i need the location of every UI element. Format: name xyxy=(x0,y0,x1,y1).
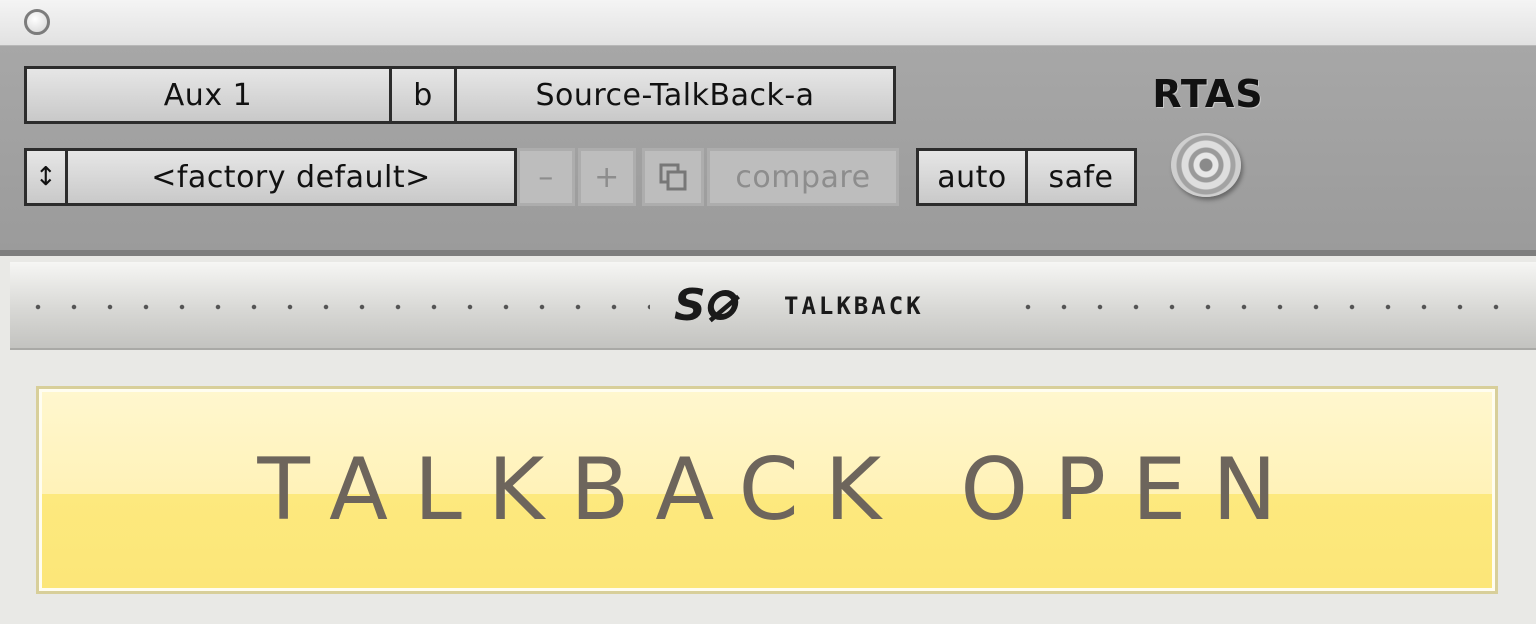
window-titlebar xyxy=(0,0,1536,46)
minus-icon: – xyxy=(538,159,554,195)
copy-settings-button[interactable] xyxy=(642,148,704,206)
auto-label: auto xyxy=(937,159,1007,195)
window-close-button[interactable] xyxy=(24,9,50,35)
auto-button[interactable]: auto xyxy=(916,148,1028,206)
plugin-window-header: Aux 1 b Source-TalkBack-a ↕ <factory def… xyxy=(0,46,1536,256)
insert-slot-label: b xyxy=(413,77,433,113)
brand-name: TALKBACK xyxy=(784,292,924,320)
plus-icon: + xyxy=(594,159,620,195)
compare-label: compare xyxy=(735,159,871,195)
plugin-selector-button[interactable]: Source-TalkBack-a xyxy=(454,66,896,124)
format-label: RTAS xyxy=(1152,72,1264,116)
preset-name-button[interactable]: <factory default> xyxy=(65,148,517,206)
copy-icon xyxy=(659,163,687,191)
preset-menu-arrows[interactable]: ↕ xyxy=(24,148,68,206)
next-preset-button[interactable]: + xyxy=(578,148,636,206)
decorative-dots-right xyxy=(1010,304,1526,310)
up-down-arrows-icon: ↕ xyxy=(34,162,58,192)
talkback-status-label: TALKBACK OPEN xyxy=(257,440,1303,540)
plugin-brand-bar: S TALKBACK xyxy=(10,262,1536,350)
decorative-dots-left xyxy=(20,304,650,310)
preset-name-label: <factory default> xyxy=(151,159,431,195)
brand-logo-s: S xyxy=(674,279,706,331)
track-name-button[interactable]: Aux 1 xyxy=(24,66,392,124)
safe-button[interactable]: safe xyxy=(1025,148,1137,206)
brand-logo-e xyxy=(705,290,741,320)
track-name-label: Aux 1 xyxy=(163,77,253,113)
compare-button[interactable]: compare xyxy=(707,148,899,206)
rtas-indicator-icon xyxy=(1171,133,1241,197)
safe-label: safe xyxy=(1048,159,1114,195)
previous-preset-button[interactable]: – xyxy=(517,148,575,206)
insert-slot-button[interactable]: b xyxy=(389,66,457,124)
talkback-toggle-button[interactable]: TALKBACK OPEN xyxy=(36,386,1498,594)
brand-logo: S xyxy=(674,279,764,331)
plugin-name-label: Source-TalkBack-a xyxy=(535,77,815,113)
